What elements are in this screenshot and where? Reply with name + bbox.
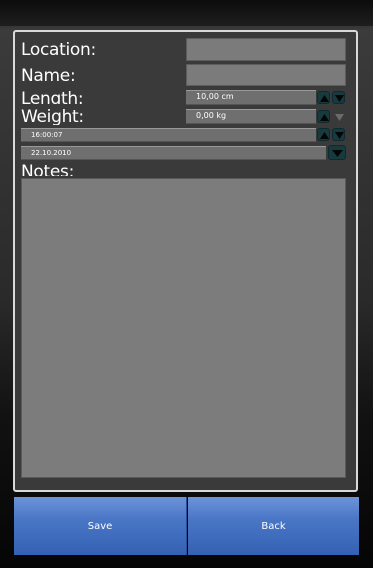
arrow-down-icon [335, 114, 344, 121]
chevron-down-icon [332, 150, 343, 157]
back-button[interactable]: Back [188, 497, 359, 555]
length-down-button[interactable] [332, 91, 345, 104]
date-dropdown-button[interactable] [328, 145, 346, 160]
time-down-button[interactable] [332, 128, 345, 141]
time-up-button[interactable] [317, 128, 330, 141]
weight-label: Weight: [21, 107, 84, 125]
time-input[interactable]: 16:00:07 [21, 128, 316, 142]
length-up-button[interactable] [317, 91, 330, 104]
arrow-down-icon [335, 132, 344, 139]
arrow-up-icon [320, 132, 329, 139]
weight-input[interactable]: 0,00 kg [186, 109, 316, 124]
save-button[interactable]: Save [14, 497, 187, 555]
name-label: Name: [21, 66, 76, 86]
status-bar [0, 0, 373, 26]
notes-label: Notes: [21, 162, 75, 176]
length-label: Length: [21, 89, 84, 104]
length-input[interactable]: 10,00 cm [186, 90, 316, 105]
arrow-up-icon [320, 114, 329, 121]
location-input[interactable] [186, 38, 346, 61]
date-input[interactable]: 22.10.2010 [21, 146, 326, 160]
weight-up-button[interactable] [317, 110, 330, 123]
notes-textarea[interactable] [21, 178, 346, 478]
name-input[interactable] [186, 64, 346, 86]
location-label: Location: [21, 40, 96, 60]
arrow-down-icon [335, 95, 344, 102]
arrow-up-icon [320, 95, 329, 102]
weight-down-button[interactable] [332, 110, 345, 123]
